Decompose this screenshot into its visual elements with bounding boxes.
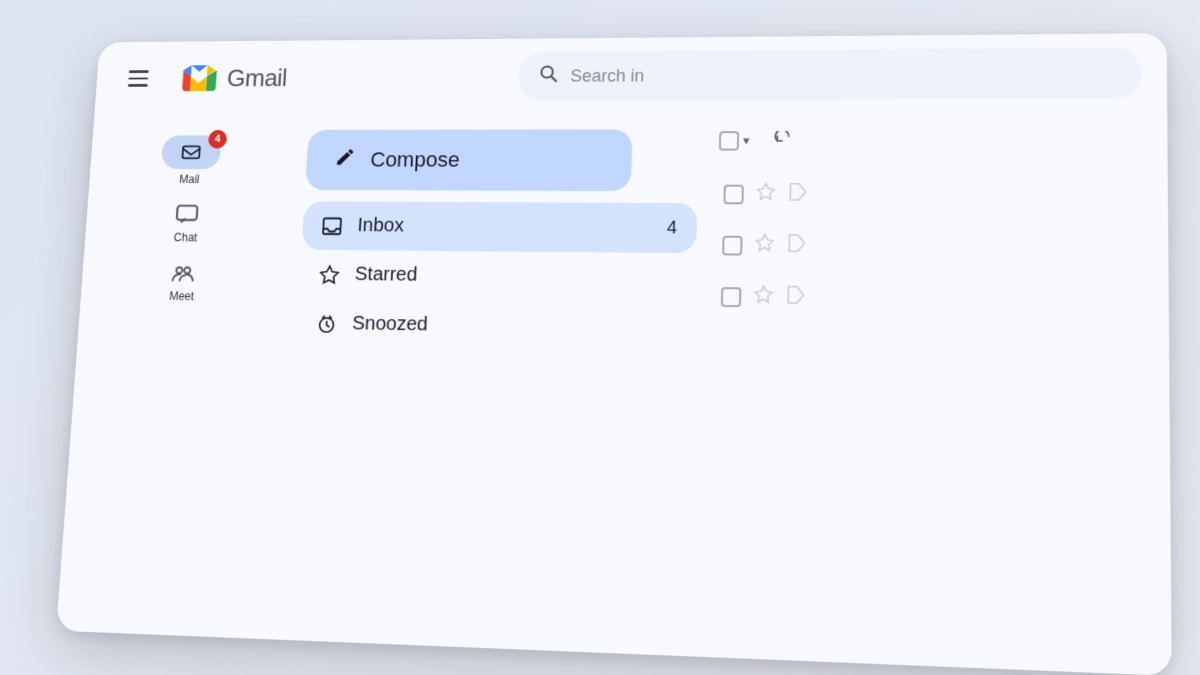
inbox-count: 4 bbox=[667, 217, 678, 238]
meet-icon bbox=[170, 261, 196, 286]
email-star-icon[interactable] bbox=[754, 232, 775, 258]
select-dropdown-icon[interactable]: ▾ bbox=[743, 133, 750, 149]
scene: Gmail Search in bbox=[0, 0, 1200, 675]
snoozed-label: Snoozed bbox=[352, 312, 429, 335]
email-row[interactable] bbox=[716, 220, 1156, 274]
compose-icon bbox=[334, 146, 356, 172]
mail-badge: 4 bbox=[208, 129, 228, 148]
starred-label: Starred bbox=[354, 263, 418, 286]
email-list-area: ▾ bbox=[693, 112, 1172, 675]
search-placeholder: Search in bbox=[570, 65, 645, 85]
body: 4 Mail Chat bbox=[56, 112, 1172, 675]
gmail-title: Gmail bbox=[226, 63, 288, 92]
menu-button[interactable] bbox=[117, 58, 159, 99]
sidebar-item-chat[interactable]: Chat bbox=[84, 192, 290, 252]
nav-item-snoozed[interactable]: Snoozed bbox=[296, 298, 695, 354]
nav-list: Inbox 4 Starred bbox=[288, 197, 705, 354]
email-star-icon[interactable] bbox=[753, 284, 774, 310]
email-label-icon[interactable] bbox=[787, 233, 808, 259]
nav-item-inbox[interactable]: Inbox 4 bbox=[302, 201, 698, 253]
email-checkbox[interactable] bbox=[722, 235, 743, 255]
email-row[interactable] bbox=[717, 170, 1155, 221]
refresh-button[interactable] bbox=[765, 123, 802, 158]
nav-item-starred[interactable]: Starred bbox=[299, 249, 696, 303]
inbox-icon bbox=[321, 215, 343, 236]
logo-area: Gmail bbox=[178, 58, 288, 97]
main-card: Gmail Search in bbox=[56, 33, 1172, 675]
email-toolbar: ▾ bbox=[718, 112, 1155, 170]
inbox-label: Inbox bbox=[357, 214, 404, 236]
hamburger-line-1 bbox=[129, 70, 149, 72]
header: Gmail Search in bbox=[94, 33, 1167, 115]
hamburger-line-3 bbox=[128, 84, 148, 86]
email-checkbox[interactable] bbox=[721, 287, 742, 307]
star-icon bbox=[318, 263, 340, 284]
chat-label: Chat bbox=[173, 230, 197, 243]
hamburger-line-2 bbox=[128, 77, 148, 79]
main-content: Compose Inbox bbox=[264, 113, 708, 656]
sidebar-item-mail[interactable]: 4 Mail bbox=[89, 126, 294, 194]
email-star-icon[interactable] bbox=[755, 181, 776, 207]
compose-button[interactable]: Compose bbox=[305, 129, 633, 191]
email-label-icon[interactable] bbox=[785, 284, 806, 310]
sidebar: 4 Mail Chat bbox=[56, 114, 294, 638]
sidebar-item-meet[interactable]: Meet bbox=[80, 250, 287, 311]
email-label-icon[interactable] bbox=[788, 181, 809, 207]
select-all-checkbox[interactable] bbox=[719, 131, 739, 150]
email-row[interactable] bbox=[714, 272, 1156, 328]
search-icon bbox=[537, 62, 559, 89]
mail-icon bbox=[180, 142, 201, 162]
email-checkbox[interactable] bbox=[723, 184, 743, 204]
chat-icon bbox=[174, 202, 199, 227]
gmail-logo-icon bbox=[178, 58, 219, 97]
search-bar[interactable]: Search in bbox=[518, 47, 1142, 101]
mail-label: Mail bbox=[179, 172, 200, 185]
snooze-icon bbox=[316, 312, 338, 334]
mail-icon-badge: 4 bbox=[161, 135, 222, 169]
compose-label: Compose bbox=[370, 147, 460, 172]
card-wrapper: Gmail Search in bbox=[0, 0, 1200, 675]
meet-label: Meet bbox=[169, 289, 194, 303]
select-all-button[interactable]: ▾ bbox=[719, 131, 750, 150]
email-rows bbox=[714, 170, 1156, 328]
